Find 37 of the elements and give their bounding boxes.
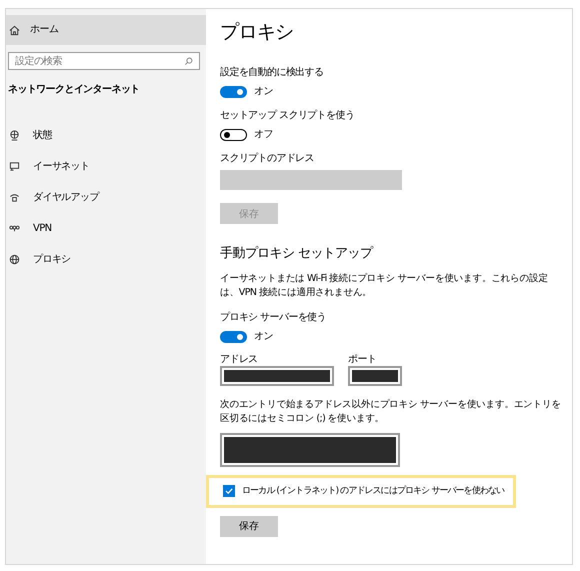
section-title: ネットワークとインターネット: [8, 84, 141, 96]
toggle-switch[interactable]: [220, 129, 247, 141]
field-label: アドレス: [220, 354, 259, 366]
field-label: スクリプトのアドレス: [220, 153, 316, 165]
exceptions-note: 次のエントリで始まるアドレス以外にプロキシ サーバーを使います。エントリを区切るにはセミコロン (;) を使います。: [220, 398, 562, 426]
setting-label: 設定を自動的に検出する: [220, 67, 324, 79]
toggle-state: オン: [254, 330, 273, 343]
field-label: ポート: [348, 354, 378, 366]
address-field[interactable]: [220, 366, 334, 386]
home-nav-item[interactable]: ホーム: [6, 15, 206, 45]
description-text: イーサネットまたは Wi-Fi 接続にプロキシ サーバーを使います。これらの設定は、VPN 接続には適用されません。: [220, 272, 549, 300]
search-icon: [184, 56, 193, 66]
toggle-state: オフ: [254, 129, 273, 141]
phone-icon: [9, 192, 20, 203]
nav-item[interactable]: 状態: [6, 120, 206, 151]
checkbox[interactable]: [223, 485, 235, 498]
toggle-switch[interactable]: [220, 330, 247, 343]
toggle-switch[interactable]: [220, 86, 247, 98]
toggle-state: オン: [254, 86, 273, 98]
network-icon: [9, 223, 20, 234]
checkbox-label: ローカル (イントラネット) のアドレスにはプロキシ サーバーを使わない: [242, 486, 504, 496]
port-field[interactable]: [348, 366, 402, 386]
page-title: プロキシ: [220, 20, 295, 45]
setting-label: セットアップ スクリプトを使う: [220, 110, 356, 122]
monitor-icon: [9, 161, 20, 172]
nav-item[interactable]: VPN: [6, 213, 206, 244]
globe-icon: [9, 254, 20, 265]
search-field[interactable]: 設定の検索: [8, 52, 200, 70]
section-heading: 手動プロキシ セットアップ: [220, 246, 374, 262]
save-button[interactable]: 保存: [220, 516, 278, 537]
nav-item[interactable]: プロキシ: [6, 244, 206, 275]
globe-monitor-icon: [9, 130, 20, 141]
home-icon: [9, 24, 20, 36]
exceptions-field[interactable]: [220, 432, 400, 467]
setting-label: プロキシ サーバーを使う: [220, 312, 327, 324]
nav-item[interactable]: ダイヤルアップ: [6, 182, 206, 213]
nav-item[interactable]: イーサネット: [6, 151, 206, 182]
